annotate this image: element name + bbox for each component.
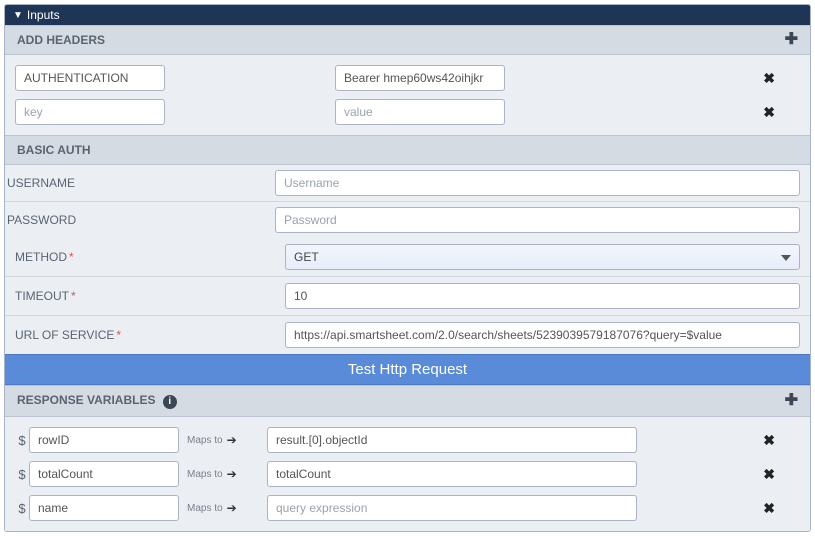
maps-to-label: Maps to ➔ — [187, 467, 267, 481]
response-name-input[interactable] — [29, 495, 179, 521]
basic-auth-title: BASIC AUTH — [17, 143, 91, 157]
response-name-input[interactable] — [29, 427, 179, 453]
dollar-sign: $ — [15, 501, 29, 516]
arrow-right-icon: ➔ — [227, 467, 237, 481]
test-button-label: Test Http Request — [348, 361, 467, 378]
username-input[interactable] — [275, 170, 800, 196]
response-variables-title: RESPONSE VARIABLES — [17, 393, 155, 407]
header-key-input[interactable] — [15, 65, 165, 91]
response-row: $ Maps to ➔ ✖ — [15, 457, 800, 491]
add-headers-body: ✖ ✖ — [5, 55, 810, 135]
caret-down-icon: ▼ — [13, 10, 23, 21]
add-header-button[interactable]: ✚ — [785, 34, 798, 46]
header-value-input[interactable] — [335, 65, 505, 91]
url-input[interactable] — [285, 322, 800, 348]
timeout-label: TIMEOUT — [15, 289, 69, 303]
username-label: USERNAME — [5, 168, 275, 198]
required-mark: * — [69, 250, 74, 264]
panel-title: Inputs — [27, 8, 60, 22]
maps-to-label: Maps to ➔ — [187, 501, 267, 515]
arrow-right-icon: ➔ — [227, 501, 237, 515]
test-http-request-button[interactable]: Test Http Request — [5, 354, 810, 385]
remove-response-button[interactable]: ✖ — [763, 466, 775, 483]
response-expression-input[interactable] — [267, 461, 637, 487]
arrow-right-icon: ➔ — [227, 433, 237, 447]
inputs-panel: ▼ Inputs ADD HEADERS ✚ ✖ ✖ BASIC A — [4, 4, 811, 532]
panel-titlebar[interactable]: ▼ Inputs — [5, 5, 810, 25]
response-row: $ Maps to ➔ ✖ — [15, 423, 800, 457]
remove-response-button[interactable]: ✖ — [763, 432, 775, 449]
header-key-input[interactable] — [15, 99, 165, 125]
method-label: METHOD — [15, 250, 67, 264]
required-mark: * — [71, 289, 76, 303]
maps-to-label: Maps to ➔ — [187, 433, 267, 447]
header-row: ✖ — [15, 95, 800, 129]
response-name-input[interactable] — [29, 461, 179, 487]
header-row: ✖ — [15, 61, 800, 95]
timeout-input[interactable] — [285, 283, 800, 309]
method-select[interactable]: GET — [285, 244, 800, 270]
response-expression-input[interactable] — [267, 427, 637, 453]
response-variables-section-header: RESPONSE VARIABLES i ✚ — [5, 385, 810, 417]
request-settings: METHOD* GET TIMEOUT* URL OF SERVICE* — [5, 238, 810, 354]
remove-header-button[interactable]: ✖ — [763, 104, 775, 121]
info-icon[interactable]: i — [163, 395, 177, 409]
remove-header-button[interactable]: ✖ — [763, 70, 775, 87]
header-value-input[interactable] — [335, 99, 505, 125]
add-headers-section-header: ADD HEADERS ✚ — [5, 25, 810, 55]
basic-auth-section-header: BASIC AUTH — [5, 135, 810, 165]
basic-auth-body: USERNAME PASSWORD — [5, 165, 810, 238]
response-row: $ Maps to ➔ ✖ — [15, 491, 800, 525]
password-input[interactable] — [275, 207, 800, 233]
remove-response-button[interactable]: ✖ — [763, 500, 775, 517]
response-variables-body: $ Maps to ➔ ✖ $ Maps to ➔ — [5, 417, 810, 531]
url-label: URL OF SERVICE — [15, 328, 114, 342]
dollar-sign: $ — [15, 467, 29, 482]
password-label: PASSWORD — [5, 205, 275, 235]
required-mark: * — [116, 328, 121, 342]
dollar-sign: $ — [15, 433, 29, 448]
add-response-variable-button[interactable]: ✚ — [785, 395, 798, 407]
response-expression-input[interactable] — [267, 495, 637, 521]
add-headers-title: ADD HEADERS — [17, 33, 105, 47]
